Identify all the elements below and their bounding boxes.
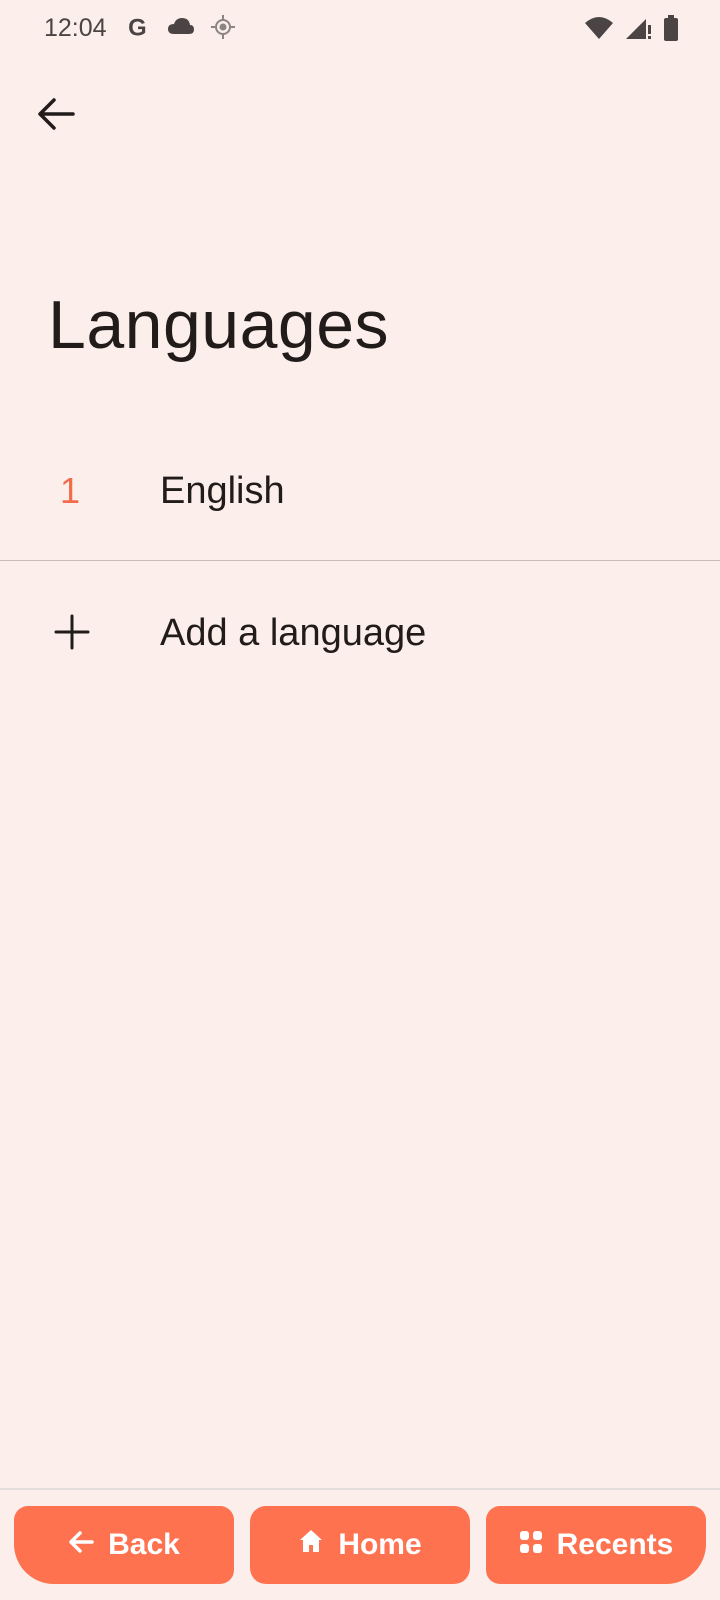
signal-icon <box>624 15 652 46</box>
language-item-english[interactable]: 1 English <box>0 440 720 560</box>
nav-recents-button[interactable]: Recents <box>486 1506 706 1584</box>
language-name: English <box>160 470 285 512</box>
cloud-icon <box>166 16 196 43</box>
add-language-label: Add a language <box>160 612 427 654</box>
add-language-button[interactable]: Add a language <box>0 576 720 696</box>
recents-icon <box>519 1528 543 1562</box>
language-index: 1 <box>60 470 81 511</box>
status-left-icons: G <box>126 14 236 45</box>
divider <box>0 560 720 561</box>
status-time: 12:04 <box>44 14 107 42</box>
nav-home-button[interactable]: Home <box>250 1506 470 1584</box>
page-title: Languages <box>48 287 390 363</box>
home-icon <box>298 1528 324 1562</box>
location-icon <box>210 14 236 45</box>
battery-icon <box>662 14 680 47</box>
nav-back-button[interactable]: Back <box>14 1506 234 1584</box>
plus-icon <box>52 612 92 652</box>
arrow-left-icon <box>37 97 75 136</box>
status-right-icons <box>584 14 680 47</box>
svg-text:G: G <box>128 15 147 40</box>
back-arrow-button[interactable] <box>30 90 82 142</box>
google-icon: G <box>126 14 152 45</box>
nav-home-label: Home <box>338 1528 422 1561</box>
navigation-bar: Back Home Recents <box>0 1488 720 1600</box>
wifi-icon <box>584 15 614 46</box>
nav-recents-label: Recents <box>556 1528 674 1561</box>
nav-back-label: Back <box>108 1528 180 1561</box>
status-bar: 12:04 G <box>0 0 720 64</box>
arrow-left-icon <box>68 1528 94 1562</box>
